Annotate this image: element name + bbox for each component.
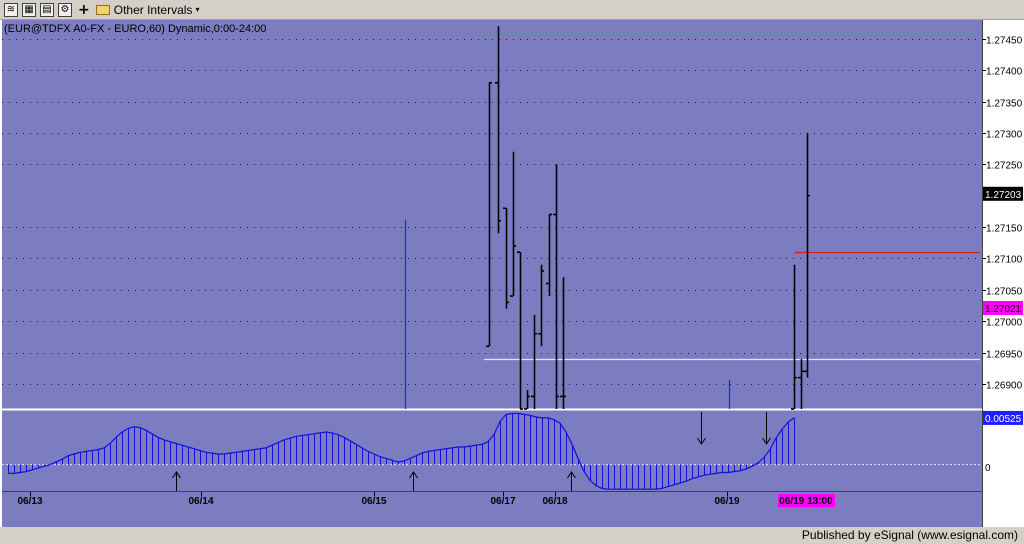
macd-zero-label: 0 bbox=[985, 463, 991, 474]
cursor-time-label: 06/19 13:00 bbox=[779, 496, 833, 507]
y-tick-label: 1.27400 bbox=[986, 67, 1023, 78]
y-tick-label: 1.26900 bbox=[986, 381, 1023, 392]
y-tick-label: 1.27100 bbox=[986, 255, 1023, 266]
page-icon[interactable]: ▤ bbox=[40, 2, 54, 17]
highlight-price-label: 1.27021 bbox=[985, 304, 1022, 315]
chevron-down-icon[interactable]: ▾ bbox=[195, 5, 199, 14]
add-study-button[interactable]: + bbox=[78, 2, 90, 18]
y-tick-label: 1.27350 bbox=[986, 99, 1023, 110]
toolbar: ≋ ▦ ▤ ⚙ + Other Intervals ▾ bbox=[0, 0, 1024, 20]
y-tick-label: 1.27450 bbox=[986, 36, 1023, 47]
y-tick-label: 1.27050 bbox=[986, 287, 1023, 298]
intervals-dropdown[interactable]: Other Intervals bbox=[114, 3, 193, 17]
settings-icon[interactable]: ⚙ bbox=[58, 2, 72, 17]
chart-area[interactable]: 1.27450 1.27400 1.27350 1.27300 1.27250 1.271… bbox=[0, 20, 1024, 527]
x-tick-label: 06/18 bbox=[542, 496, 567, 507]
folder-icon[interactable] bbox=[95, 4, 110, 15]
x-tick-label: 06/19 bbox=[714, 496, 739, 507]
x-tick-label: 06/13 bbox=[17, 496, 42, 507]
macd-value-label: 0.00525 bbox=[985, 414, 1022, 425]
bar-chart-icon[interactable]: ▦ bbox=[22, 2, 36, 17]
x-tick-label: 06/14 bbox=[188, 496, 213, 507]
published-by-label: Published by eSignal (www.esignal.com) bbox=[801, 528, 1018, 542]
y-tick-label: 1.27300 bbox=[986, 130, 1023, 141]
chart-title: (EUR@TDFX A0-FX - EURO,60) Dynamic,0:00-… bbox=[4, 23, 266, 35]
status-bar: Published by eSignal (www.esignal.com) bbox=[0, 527, 1024, 544]
macd-pane bbox=[2, 410, 982, 492]
chart-svg[interactable]: 1.27450 1.27400 1.27350 1.27300 1.27250 1.271… bbox=[0, 20, 1024, 527]
y-tick-label: 1.27250 bbox=[986, 161, 1023, 172]
y-tick-label: 1.27150 bbox=[986, 224, 1023, 235]
price-pane bbox=[2, 20, 982, 409]
y-tick-label: 1.26950 bbox=[986, 350, 1023, 361]
x-tick-label: 06/17 bbox=[490, 496, 515, 507]
chart-icon[interactable]: ≋ bbox=[4, 2, 18, 17]
last-price-label: 1.27203 bbox=[985, 190, 1022, 201]
x-tick-label: 06/15 bbox=[361, 496, 386, 507]
y-tick-label: 1.27000 bbox=[986, 318, 1023, 329]
